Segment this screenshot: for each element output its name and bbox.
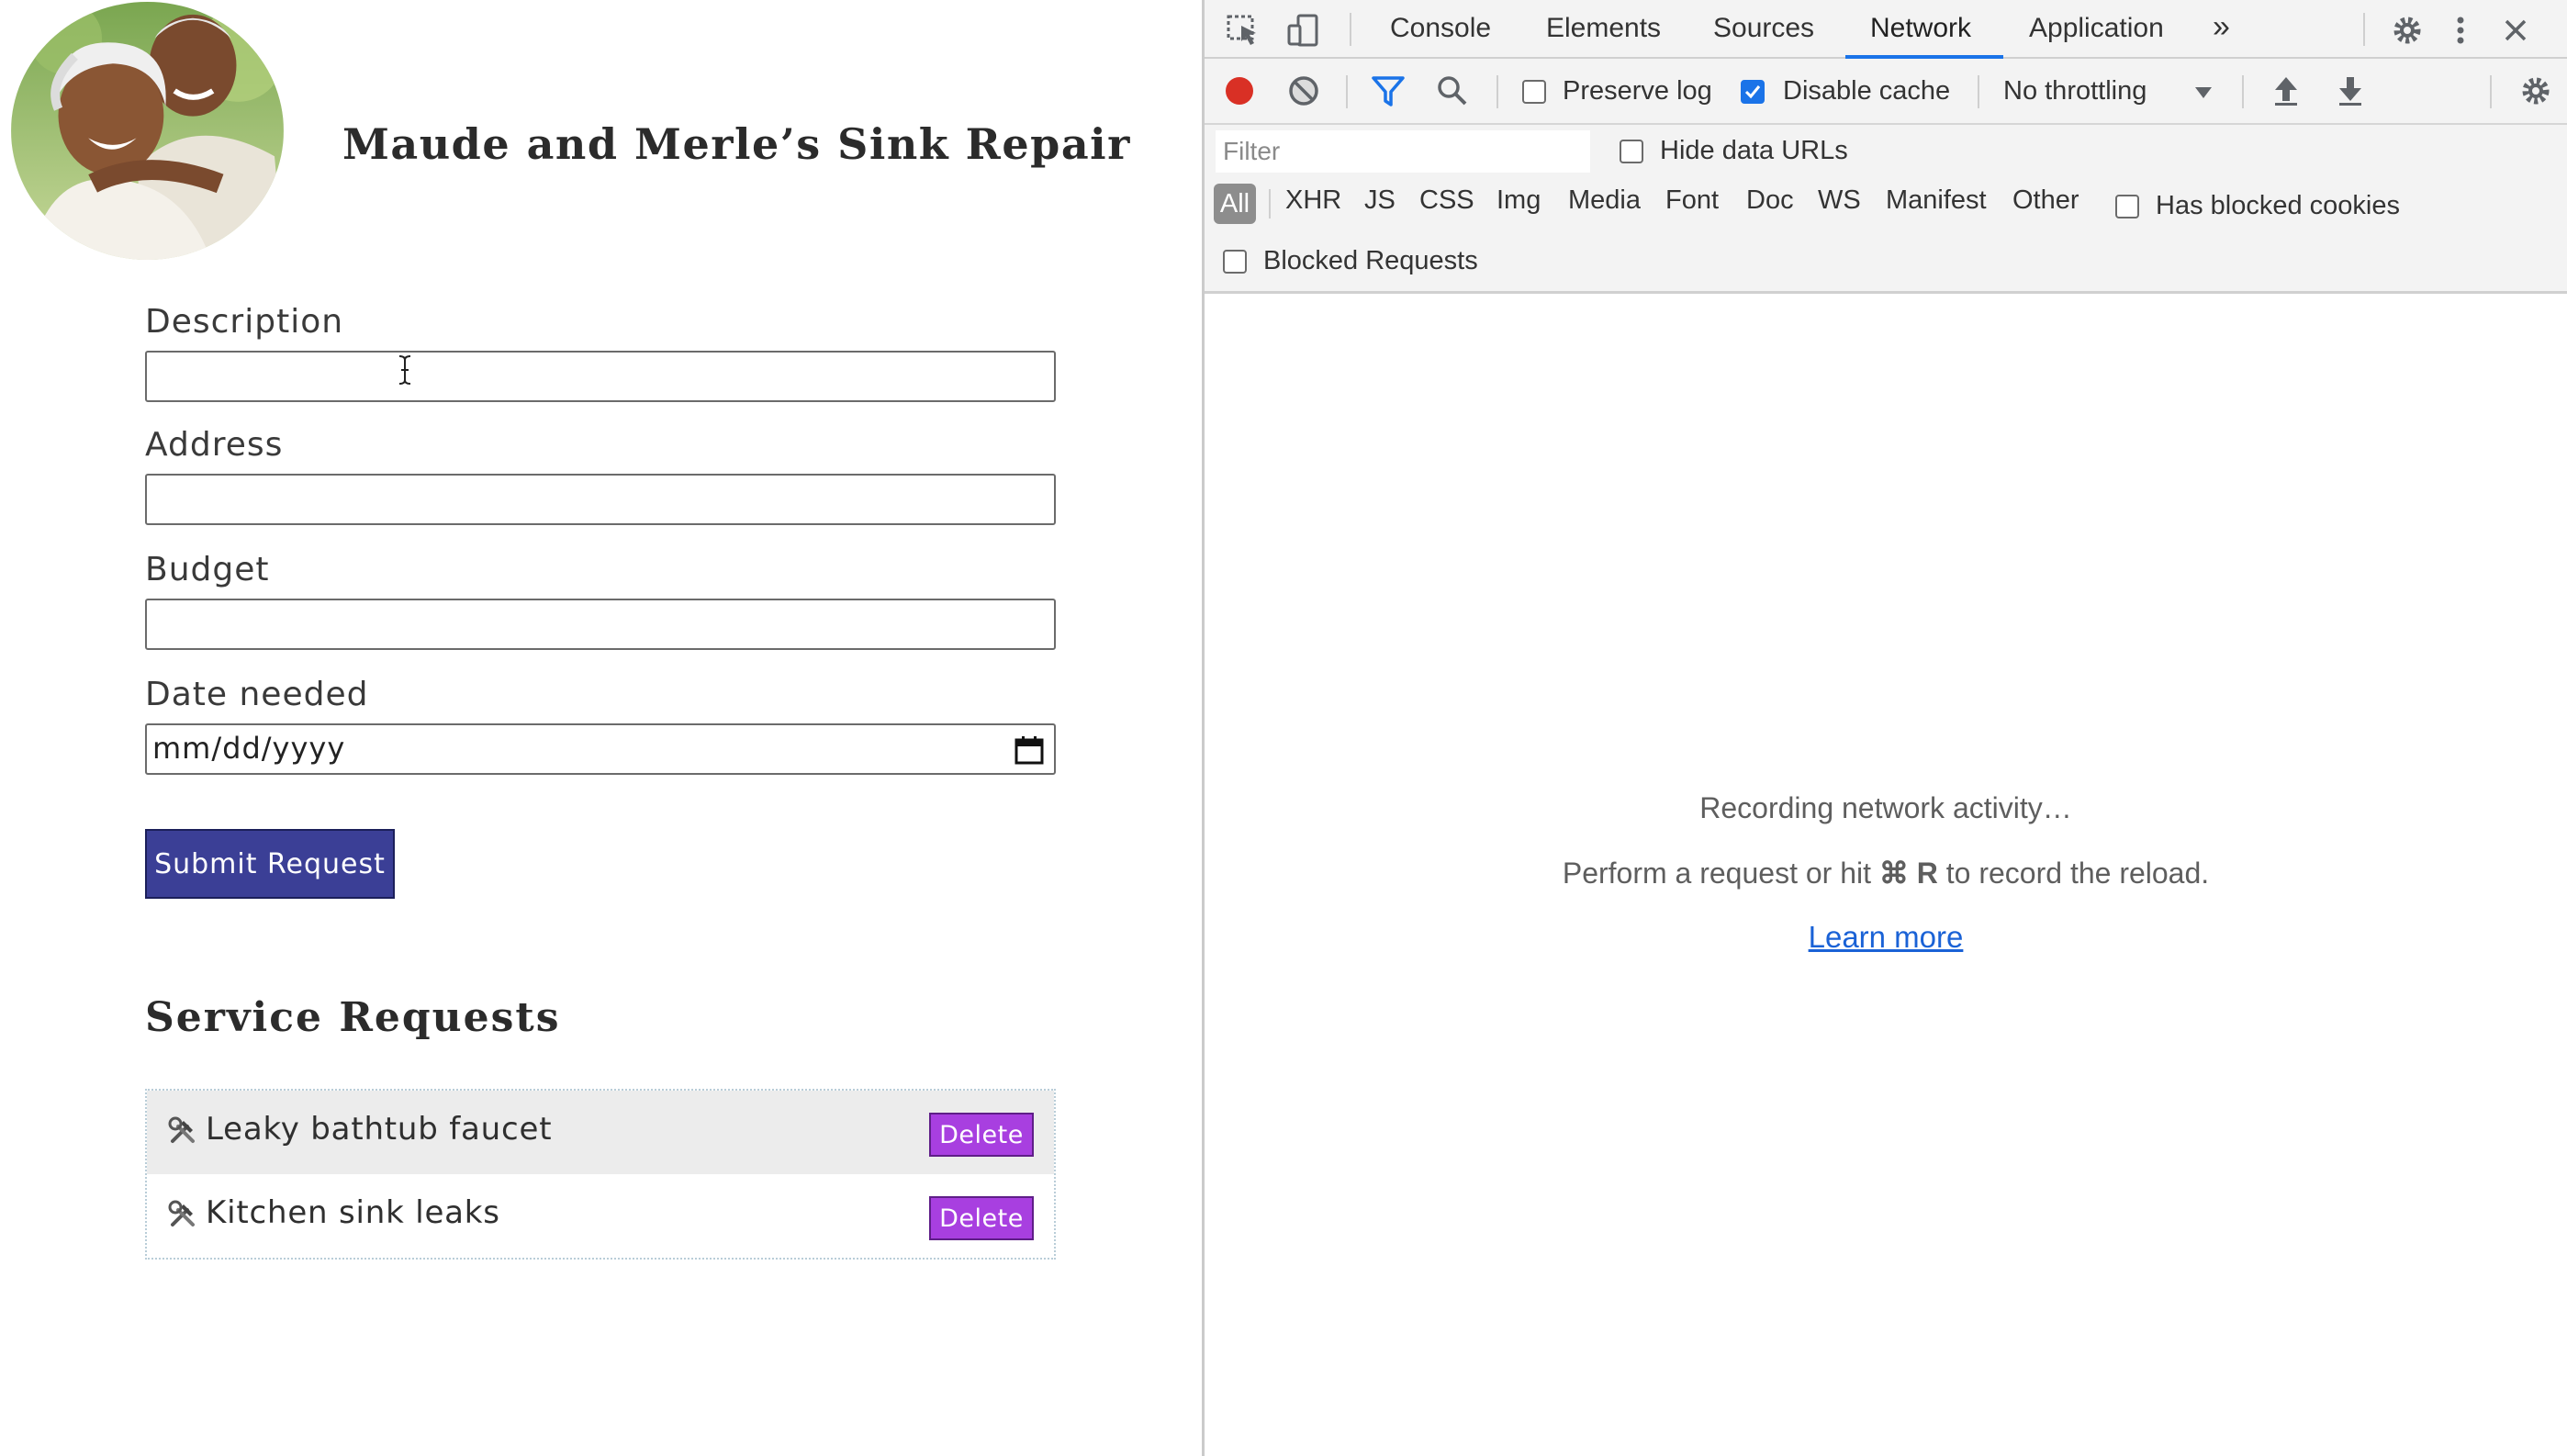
hammer-and-wrench-icon: [168, 1200, 195, 1226]
chevron-down-icon[interactable]: [2194, 86, 2213, 99]
address-label: Address: [145, 426, 284, 464]
devtools-panel: Console Elements Sources Network Applica…: [1202, 0, 2567, 1456]
description-input[interactable]: [145, 351, 1056, 402]
network-settings-gear-icon[interactable]: [2517, 73, 2554, 108]
blocked-requests-label: Blocked Requests: [1263, 246, 1478, 275]
date-value: mm/dd/yyyy: [152, 731, 346, 766]
has-blocked-cookies-label: Has blocked cookies: [2156, 191, 2400, 220]
hammer-and-wrench-icon: [168, 1116, 195, 1143]
filter-icon[interactable]: [1370, 73, 1407, 108]
type-filter-other[interactable]: Other: [2012, 185, 2079, 216]
description-label: Description: [145, 303, 344, 341]
address-input[interactable]: [145, 474, 1056, 525]
type-filter-font[interactable]: Font: [1665, 185, 1719, 216]
type-filter-css[interactable]: CSS: [1419, 185, 1474, 216]
service-request-item: Kitchen sink leaks Delete: [147, 1174, 1054, 1258]
blocked-requests-checkbox[interactable]: [1223, 250, 1247, 274]
disable-cache-checkbox[interactable]: [1741, 80, 1765, 104]
tab-console[interactable]: Console: [1390, 13, 1491, 44]
type-filter-doc[interactable]: Doc: [1746, 185, 1794, 216]
submit-request-button[interactable]: Submit Request: [145, 829, 395, 899]
reload-hint-prefix: Perform a request or hit: [1562, 857, 1879, 890]
import-har-icon[interactable]: [2268, 73, 2304, 108]
type-filter-xhr[interactable]: XHR: [1285, 185, 1341, 216]
delete-request-button[interactable]: Delete: [929, 1196, 1034, 1240]
filter-input[interactable]: [1216, 130, 1590, 173]
record-icon[interactable]: [1221, 73, 1258, 108]
network-toolbar: Preserve log Disable cache No throttling: [1205, 59, 2567, 125]
service-requests-heading: Service Requests: [145, 994, 561, 1041]
service-request-item: Leaky bathtub faucet Delete: [147, 1091, 1054, 1174]
budget-input[interactable]: [145, 599, 1056, 650]
recording-status-text: Recording network activity…: [1699, 791, 2072, 824]
type-filter-manifest[interactable]: Manifest: [1886, 185, 1987, 216]
date-needed-input[interactable]: mm/dd/yyyy: [145, 723, 1056, 775]
type-filter-ws[interactable]: WS: [1818, 185, 1861, 216]
reload-hint-suffix: to record the reload.: [1937, 857, 2210, 890]
tab-sources[interactable]: Sources: [1713, 13, 1814, 44]
devtools-tab-bar: Console Elements Sources Network Applica…: [1205, 0, 2567, 59]
date-needed-label: Date needed: [145, 676, 369, 713]
tab-elements[interactable]: Elements: [1546, 13, 1661, 44]
network-empty-state: Recording network activity… Perform a re…: [1205, 294, 2567, 1456]
preserve-log-checkbox[interactable]: [1522, 80, 1546, 104]
service-request-text: Leaky bathtub faucet: [206, 1111, 553, 1148]
tab-application[interactable]: Application: [2029, 13, 2164, 44]
learn-more-row: Learn more: [1205, 920, 2567, 955]
reload-hint-text: Perform a request or hit ⌘ R to record t…: [1205, 856, 2567, 890]
budget-label: Budget: [145, 551, 270, 588]
service-request-list: Leaky bathtub faucet Delete Kitchen sink…: [145, 1089, 1056, 1260]
throttling-select[interactable]: No throttling: [2003, 76, 2147, 106]
type-filter-all[interactable]: All: [1214, 184, 1256, 224]
clear-icon[interactable]: [1285, 73, 1322, 108]
has-blocked-cookies-checkbox[interactable]: [2115, 195, 2139, 218]
type-filter-img[interactable]: Img: [1496, 185, 1541, 216]
type-filter-media[interactable]: Media: [1568, 185, 1641, 216]
hide-data-urls-label: Hide data URLs: [1660, 136, 1848, 165]
tab-network[interactable]: Network: [1870, 13, 1971, 44]
inspect-element-icon[interactable]: [1225, 13, 1261, 48]
type-filter-js[interactable]: JS: [1364, 185, 1396, 216]
device-toolbar-icon[interactable]: [1285, 13, 1322, 48]
reload-shortcut: ⌘ R: [1878, 857, 1938, 890]
web-page: Maude and Merle’s Sink Repair Descriptio…: [0, 0, 1202, 1456]
search-icon[interactable]: [1434, 73, 1471, 108]
export-har-icon[interactable]: [2332, 73, 2369, 108]
close-devtools-icon[interactable]: [2497, 13, 2534, 48]
more-options-icon[interactable]: [2442, 13, 2479, 48]
hide-data-urls-checkbox[interactable]: [1620, 140, 1643, 163]
checkmark-icon: [1744, 85, 1761, 99]
service-request-text: Kitchen sink leaks: [206, 1194, 500, 1231]
more-tabs-icon[interactable]: »: [2213, 9, 2230, 45]
calendar-icon[interactable]: [1014, 734, 1045, 766]
settings-gear-icon[interactable]: [2389, 13, 2426, 48]
delete-request-button[interactable]: Delete: [929, 1113, 1034, 1157]
preserve-log-label: Preserve log: [1563, 76, 1712, 106]
site-title: Maude and Merle’s Sink Repair: [342, 119, 1131, 169]
learn-more-link[interactable]: Learn more: [1809, 920, 1964, 954]
disable-cache-label: Disable cache: [1783, 76, 1951, 106]
owners-photo: [11, 2, 284, 260]
text-cursor-icon: [398, 355, 411, 385]
